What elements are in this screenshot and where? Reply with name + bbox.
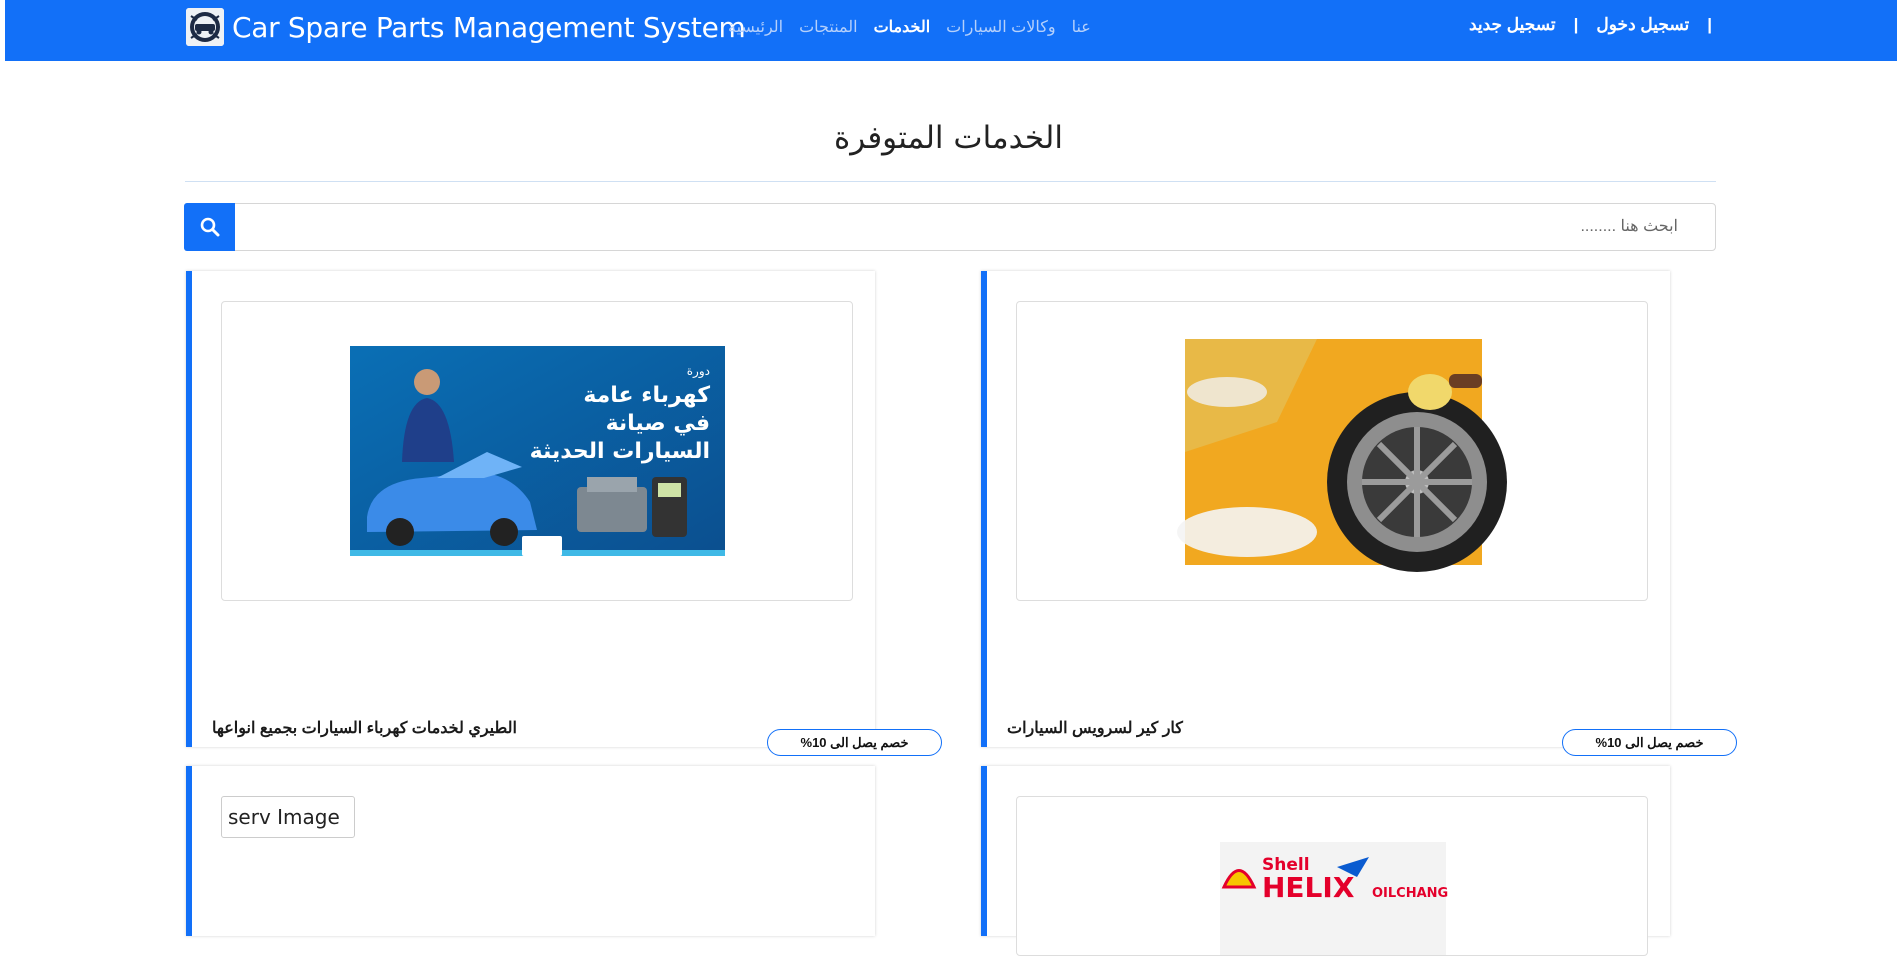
image-brand-text: HELIX bbox=[1262, 871, 1355, 904]
search-button[interactable] bbox=[184, 203, 235, 251]
service-image-frame bbox=[1016, 301, 1648, 601]
auth-links: | تسجيل دخول | تسجيل جديد bbox=[1469, 15, 1712, 35]
image-badge-text: دورة bbox=[687, 364, 710, 379]
image-headline-text: كهرباء عامة bbox=[583, 383, 710, 408]
nav-links: الرئيسية المنتجات الخدمات وكالات السيارا… bbox=[728, 14, 1091, 40]
service-card[interactable]: Shell HELIX OILCHANG bbox=[981, 766, 1670, 956]
service-image[interactable] bbox=[1017, 302, 1648, 601]
discount-badge: خصم يصل الى 10% bbox=[767, 729, 942, 756]
service-card[interactable]: serv Image bbox=[186, 766, 875, 936]
auth-separator: | bbox=[1573, 15, 1579, 34]
discount-badge: خصم يصل الى 10% bbox=[1562, 729, 1737, 756]
service-title: الطيري لخدمات كهرباء السيارات بجميع انوا… bbox=[212, 720, 517, 737]
search-input[interactable] bbox=[235, 204, 1713, 250]
service-image[interactable]: Shell HELIX OILCHANG bbox=[1017, 797, 1648, 956]
nav-link-home[interactable]: الرئيسية bbox=[728, 17, 783, 37]
broken-image-placeholder[interactable]: serv Image bbox=[221, 796, 355, 838]
service-image-frame: Shell HELIX OILCHANG bbox=[1016, 796, 1648, 956]
service-image-frame: دورة كهرباء عامة في صيانة السيارات الحدي… bbox=[221, 301, 853, 601]
service-image[interactable]: دورة كهرباء عامة في صيانة السيارات الحدي… bbox=[222, 302, 853, 601]
image-headline-text: السيارات الحديثة bbox=[530, 439, 710, 464]
nav-link-products[interactable]: المنتجات bbox=[799, 17, 858, 37]
nav-link-agencies[interactable]: وكالات السيارات bbox=[946, 17, 1055, 37]
image-alt-text: serv Image bbox=[228, 805, 340, 829]
image-brand-text: OILCHANG bbox=[1372, 886, 1448, 901]
navbar: Car Spare Parts Management System الرئيس… bbox=[5, 0, 1897, 61]
service-card[interactable]: كار كير لسرويس السيارات bbox=[981, 271, 1670, 747]
register-link[interactable]: تسجيل جديد bbox=[1469, 15, 1556, 35]
divider bbox=[185, 181, 1716, 182]
nav-link-services[interactable]: الخدمات bbox=[874, 17, 931, 37]
login-link[interactable]: تسجيل دخول bbox=[1596, 15, 1689, 35]
service-title: كار كير لسرويس السيارات bbox=[1007, 720, 1183, 737]
page-title: الخدمات المتوفرة bbox=[834, 120, 1063, 156]
service-card[interactable]: دورة كهرباء عامة في صيانة السيارات الحدي… bbox=[186, 271, 875, 747]
image-headline-text: في صيانة bbox=[606, 411, 710, 436]
brand-title: Car Spare Parts Management System bbox=[232, 10, 746, 44]
search-bar bbox=[184, 203, 1716, 251]
auth-separator: | bbox=[1707, 15, 1712, 34]
brand-logo-icon bbox=[186, 8, 224, 46]
brand[interactable]: Car Spare Parts Management System bbox=[186, 8, 746, 46]
search-icon bbox=[200, 217, 219, 237]
nav-link-about[interactable]: عنا bbox=[1072, 17, 1091, 37]
